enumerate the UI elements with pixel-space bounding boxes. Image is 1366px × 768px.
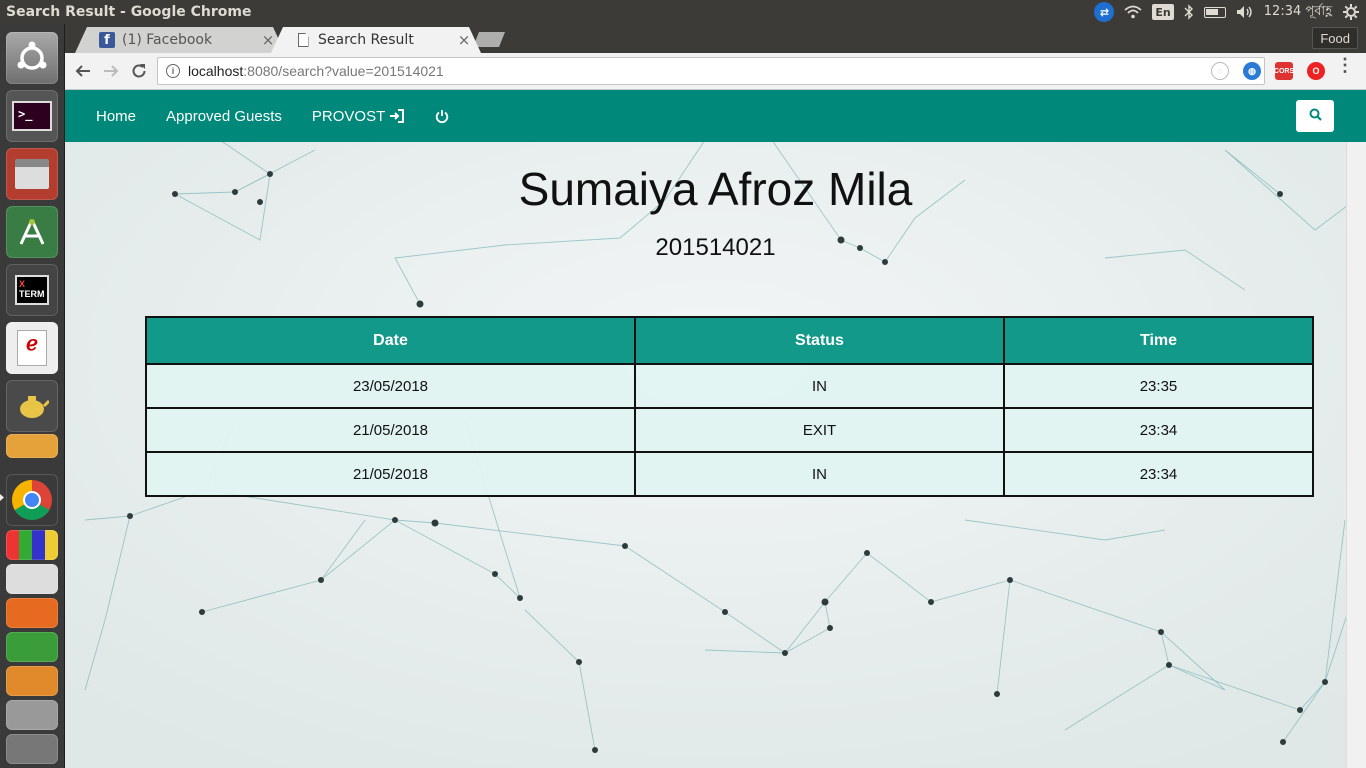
bluetooth-icon[interactable] — [1184, 3, 1194, 21]
nav-provost[interactable]: PROVOST — [297, 90, 420, 142]
cell-status: EXIT — [634, 407, 1005, 453]
firefox-icon[interactable] — [6, 598, 58, 628]
tab-search-result[interactable]: Search Result × — [271, 27, 481, 53]
system-top-panel: Search Result - Google Chrome ⇄ En 12:34… — [0, 0, 1366, 24]
launcher: >_ X TERM ℯ — [0, 24, 65, 768]
files-icon[interactable] — [6, 148, 58, 200]
page-icon — [295, 32, 311, 48]
chrome-icon[interactable] — [6, 474, 58, 526]
xterm-icon[interactable]: X TERM — [6, 264, 58, 316]
battery-icon[interactable] — [1203, 3, 1226, 21]
nav-home[interactable]: Home — [81, 90, 151, 142]
new-tab-button[interactable] — [473, 32, 505, 47]
browser-window: f (1) Facebook × Search Result × Food i … — [65, 24, 1366, 768]
extension-globe-icon[interactable]: ◍ — [1243, 62, 1261, 80]
tab-label: (1) Facebook — [122, 32, 213, 48]
sublime-text-icon[interactable] — [6, 434, 58, 458]
column-header-time: Time — [1003, 316, 1314, 365]
cell-time: 23:35 — [1003, 363, 1314, 409]
address-bar[interactable]: i localhost :8080/search?value=201514021… — [157, 57, 1265, 85]
opera-extension-icon[interactable]: O — [1307, 62, 1325, 80]
text-editor-icon[interactable] — [6, 564, 58, 594]
calc-icon[interactable] — [6, 632, 58, 662]
power-icon[interactable] — [420, 90, 464, 142]
person-name: Sumaiya Afroz Mila — [518, 163, 913, 215]
forward-icon[interactable] — [97, 57, 125, 85]
indicator-area: ⇄ En 12:34 পূর্বাহ্ণ — [1094, 0, 1366, 24]
amazon-icon[interactable] — [6, 666, 58, 696]
cell-status: IN — [634, 451, 1005, 497]
cell-time: 23:34 — [1003, 451, 1314, 497]
gedit-teapot-icon[interactable] — [6, 380, 58, 432]
facebook-icon: f — [99, 32, 115, 48]
page-viewport: Home Approved Guests PROVOST Sumaiya Afr… — [65, 90, 1366, 768]
url-host: localhost — [188, 63, 244, 79]
cell-time: 23:34 — [1003, 407, 1314, 453]
reload-icon[interactable] — [125, 57, 153, 85]
site-navbar: Home Approved Guests PROVOST — [65, 90, 1366, 142]
volume-icon[interactable] — [1236, 3, 1254, 21]
nav-provost-label: PROVOST — [311, 107, 386, 125]
cell-date: 21/05/2018 — [145, 407, 636, 453]
records-table: Date Status Time 23/05/2018 IN 23:35 21/… — [145, 316, 1314, 497]
ubuntu-dash-icon[interactable] — [6, 32, 58, 84]
android-studio-icon[interactable] — [6, 206, 58, 258]
clock[interactable]: 12:34 পূর্বাহ্ণ — [1264, 3, 1332, 21]
window-title: Search Result - Google Chrome — [6, 4, 252, 20]
table-row: 21/05/2018 IN 23:34 — [145, 451, 1314, 497]
extension-circle-icon[interactable]: ◌ — [1211, 62, 1229, 80]
libreoffice-icon[interactable] — [6, 530, 58, 560]
menu-icon[interactable]: ⋮ — [1336, 56, 1354, 74]
table-row: 21/05/2018 EXIT 23:34 — [145, 407, 1314, 453]
search-button[interactable] — [1296, 100, 1334, 132]
info-icon[interactable]: i — [166, 64, 180, 78]
table-header-row: Date Status Time — [145, 316, 1314, 365]
profile-button[interactable]: Food — [1312, 27, 1358, 49]
column-header-date: Date — [145, 316, 636, 365]
search-icon — [1309, 108, 1322, 125]
misc-app-icon[interactable] — [6, 700, 58, 730]
main-content: Sumaiya Afroz Mila 201514021 Date Status… — [65, 142, 1346, 768]
url-path: :8080/search?value=201514021 — [243, 63, 444, 79]
person-id: 201514021 — [655, 234, 776, 261]
document-viewer-icon[interactable]: ℯ — [6, 322, 58, 374]
close-icon[interactable]: × — [261, 31, 275, 49]
browser-toolbar: i localhost :8080/search?value=201514021… — [65, 53, 1366, 90]
table-row: 23/05/2018 IN 23:35 — [145, 363, 1314, 409]
cell-status: IN — [634, 363, 1005, 409]
nav-approved-guests[interactable]: Approved Guests — [151, 90, 297, 142]
keyboard-layout-indicator[interactable]: En — [1152, 4, 1174, 20]
column-header-status: Status — [634, 316, 1005, 365]
cors-extension-icon[interactable]: CORS — [1274, 62, 1294, 80]
launcher-running-indicator — [0, 494, 4, 501]
cell-date: 23/05/2018 — [145, 363, 636, 409]
tab-strip: f (1) Facebook × Search Result × Food — [65, 24, 1366, 53]
teamviewer-icon[interactable]: ⇄ — [1094, 2, 1115, 22]
wifi-icon[interactable] — [1124, 3, 1143, 21]
tab-label: Search Result — [318, 32, 414, 48]
cell-date: 21/05/2018 — [145, 451, 636, 497]
gear-icon[interactable] — [1342, 3, 1360, 21]
sign-in-icon — [389, 108, 405, 124]
close-icon[interactable]: × — [457, 31, 471, 49]
terminal-icon[interactable]: >_ — [6, 90, 58, 142]
trash-icon[interactable] — [6, 734, 58, 764]
back-icon[interactable] — [69, 57, 97, 85]
tab-facebook[interactable]: f (1) Facebook × — [75, 27, 285, 53]
